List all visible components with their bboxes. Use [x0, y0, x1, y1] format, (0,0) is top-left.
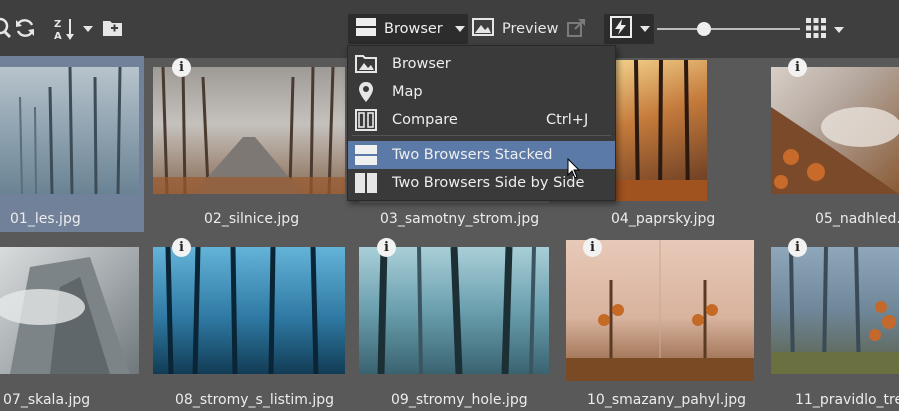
add-folder-icon[interactable]: [102, 18, 124, 38]
thumbnail-image[interactable]: [0, 67, 139, 194]
menu-item-map[interactable]: Map: [348, 78, 615, 106]
flash-icon: [610, 16, 632, 42]
info-icon[interactable]: i: [788, 238, 807, 257]
menu-item-compare[interactable]: Compare Ctrl+J: [348, 106, 615, 134]
info-icon[interactable]: i: [172, 58, 191, 77]
thumbnail-caption: 11_pravidlo_treti: [795, 392, 899, 408]
thumbnail-image[interactable]: [153, 67, 345, 194]
two-stacked-icon: [355, 144, 377, 166]
preview-button[interactable]: Preview: [472, 14, 558, 44]
thumbnail-caption: 04_paprsky.jpg: [611, 211, 716, 227]
menu-divider: [352, 135, 611, 136]
chevron-down-icon: [454, 26, 465, 32]
grid-icon: [806, 18, 826, 42]
auto-process-dropdown-button[interactable]: [604, 14, 654, 44]
layout-stacked-icon: [356, 18, 376, 40]
mouse-cursor-icon: [567, 157, 581, 184]
chevron-down-icon: [640, 26, 650, 32]
thumbnail-image[interactable]: [771, 247, 899, 374]
search-icon[interactable]: [0, 17, 12, 39]
thumbnail-image[interactable]: [771, 67, 899, 194]
svg-text:Z: Z: [54, 19, 61, 30]
thumbnail-image[interactable]: [359, 247, 549, 374]
mode-label: Browser: [384, 21, 443, 37]
info-icon[interactable]: i: [788, 58, 807, 77]
refresh-icon[interactable]: [14, 17, 36, 39]
preview-image-icon: [472, 18, 494, 40]
menu-item-label: Map: [392, 84, 423, 100]
info-icon[interactable]: i: [172, 238, 191, 257]
thumbnail-caption: 07_skala.jpg: [3, 392, 91, 408]
menu-item-label: Two Browsers Side by Side: [392, 175, 585, 191]
chevron-down-icon: [834, 27, 844, 33]
thumbnail-caption: 03_samotny_strom.jpg: [380, 211, 540, 227]
menu-item-label: Browser: [392, 56, 451, 72]
thumbnail-image[interactable]: [153, 247, 345, 374]
map-pin-icon: [355, 81, 377, 103]
thumbnail-caption: 01_les.jpg: [10, 211, 81, 227]
menu-item-browser[interactable]: Browser: [348, 50, 615, 78]
thumbnail-caption: 09_stromy_hole.jpg: [391, 392, 528, 408]
open-external-icon[interactable]: [566, 18, 586, 42]
svg-text:A: A: [54, 31, 62, 41]
thumbnail-size-slider[interactable]: [657, 28, 800, 30]
grid-view-dropdown[interactable]: [806, 18, 844, 42]
preview-label: Preview: [502, 21, 559, 37]
sort-za-icon[interactable]: ZA: [54, 17, 78, 41]
menu-item-shortcut: Ctrl+J: [546, 112, 589, 128]
thumbnail-image[interactable]: [616, 60, 707, 201]
compare-icon: [355, 109, 377, 131]
info-icon[interactable]: i: [377, 238, 396, 257]
info-icon[interactable]: i: [583, 238, 602, 257]
thumbnail-caption: 10_smazany_pahyl.jpg: [587, 392, 747, 408]
menu-item-label: Compare: [392, 112, 458, 128]
mode-dropdown-button[interactable]: Browser: [348, 14, 468, 44]
folder-images-icon: [355, 53, 377, 75]
thumbnail-image[interactable]: [566, 240, 754, 381]
slider-knob[interactable]: [697, 22, 711, 36]
thumbnail-image[interactable]: [0, 247, 139, 374]
two-side-icon: [355, 172, 377, 194]
thumbnail-caption: 08_stromy_s_listim.jpg: [175, 392, 335, 408]
thumbnail-caption: 02_silnice.jpg: [204, 211, 300, 227]
menu-item-label: Two Browsers Stacked: [392, 147, 553, 163]
thumbnail-caption: 05_nadhled.jpg: [815, 211, 899, 227]
sort-dropdown-caret[interactable]: [83, 26, 93, 32]
